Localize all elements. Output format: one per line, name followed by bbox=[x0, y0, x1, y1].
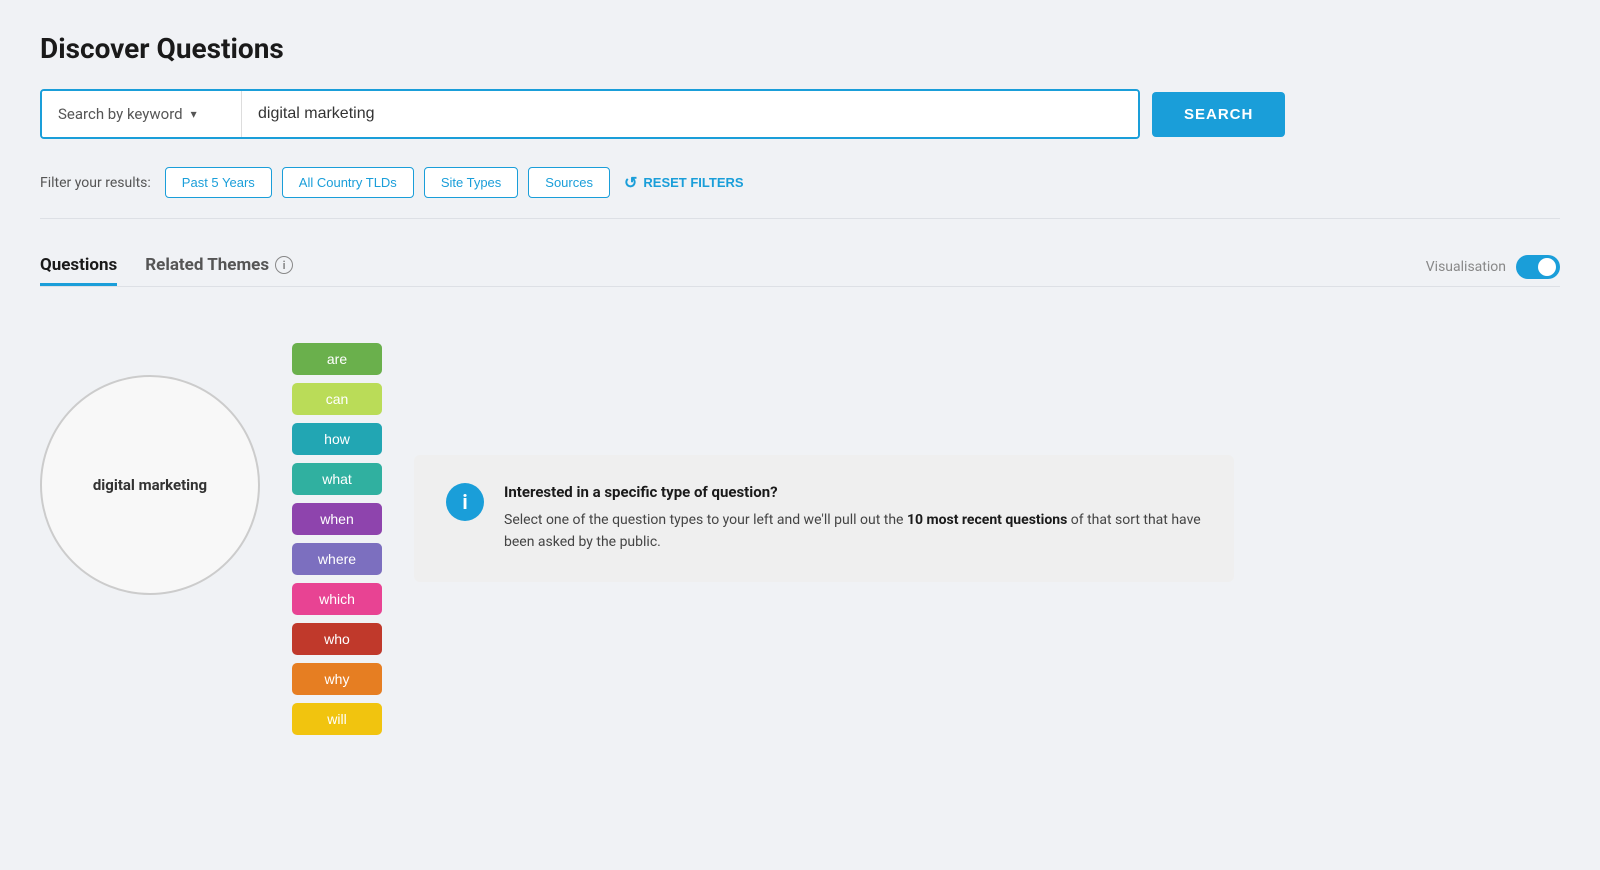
info-circle-icon: i bbox=[446, 483, 484, 521]
visualisation-label: Visualisation bbox=[1426, 259, 1506, 275]
visualisation-toggle[interactable] bbox=[1516, 255, 1560, 279]
tabs-left: Questions Related Themes i bbox=[40, 247, 321, 286]
reset-filters-label: RESET FILTERS bbox=[643, 175, 743, 190]
tab-questions[interactable]: Questions bbox=[40, 247, 117, 286]
question-type-how[interactable]: how bbox=[292, 423, 382, 455]
search-bar-wrapper: Search by keyword ▾ bbox=[40, 89, 1140, 139]
search-type-selector[interactable]: Search by keyword ▾ bbox=[42, 91, 242, 137]
info-panel-title: Interested in a specific type of questio… bbox=[504, 483, 1202, 501]
question-types-column: are can how what when where which who why will bbox=[292, 335, 382, 735]
page-title: Discover Questions bbox=[40, 32, 1560, 65]
circle-label: digital marketing bbox=[93, 476, 207, 494]
search-type-label: Search by keyword bbox=[58, 105, 183, 123]
filter-site-types[interactable]: Site Types bbox=[424, 167, 518, 198]
search-input[interactable] bbox=[242, 91, 1138, 137]
tab-related-themes[interactable]: Related Themes i bbox=[145, 247, 293, 286]
filter-past-years[interactable]: Past 5 Years bbox=[165, 167, 272, 198]
question-type-which[interactable]: which bbox=[292, 583, 382, 615]
filter-label: Filter your results: bbox=[40, 175, 151, 191]
reset-icon: ↺ bbox=[624, 173, 637, 193]
filter-sources[interactable]: Sources bbox=[528, 167, 610, 198]
question-type-who[interactable]: who bbox=[292, 623, 382, 655]
filter-row: Filter your results: Past 5 Years All Co… bbox=[40, 167, 1560, 219]
search-bar-row: Search by keyword ▾ SEARCH bbox=[40, 89, 1560, 139]
chevron-down-icon: ▾ bbox=[191, 107, 197, 121]
info-panel: i Interested in a specific type of quest… bbox=[414, 455, 1234, 582]
filter-country-tlds[interactable]: All Country TLDs bbox=[282, 167, 414, 198]
question-type-are[interactable]: are bbox=[292, 343, 382, 375]
page-container: Discover Questions Search by keyword ▾ S… bbox=[0, 0, 1600, 775]
main-content: digital marketing are can how what when where… bbox=[40, 311, 1560, 735]
tabs-row: Questions Related Themes i Visualisation bbox=[40, 247, 1560, 286]
question-type-what[interactable]: what bbox=[292, 463, 382, 495]
center-circle: digital marketing bbox=[40, 375, 260, 595]
tabs-divider bbox=[40, 286, 1560, 287]
question-type-will[interactable]: will bbox=[292, 703, 382, 735]
question-type-when[interactable]: when bbox=[292, 503, 382, 535]
question-type-where[interactable]: where bbox=[292, 543, 382, 575]
related-themes-info-icon: i bbox=[275, 256, 293, 274]
info-panel-text: Interested in a specific type of questio… bbox=[504, 483, 1202, 554]
tabs-right: Visualisation bbox=[1426, 255, 1560, 279]
question-type-can[interactable]: can bbox=[292, 383, 382, 415]
reset-filters-button[interactable]: ↺ RESET FILTERS bbox=[624, 173, 744, 193]
info-panel-body: Select one of the question types to your… bbox=[504, 509, 1202, 554]
search-button[interactable]: SEARCH bbox=[1152, 92, 1285, 137]
info-body-start: Select one of the question types to your… bbox=[504, 512, 907, 528]
info-body-bold: 10 most recent questions bbox=[907, 512, 1067, 528]
question-type-why[interactable]: why bbox=[292, 663, 382, 695]
